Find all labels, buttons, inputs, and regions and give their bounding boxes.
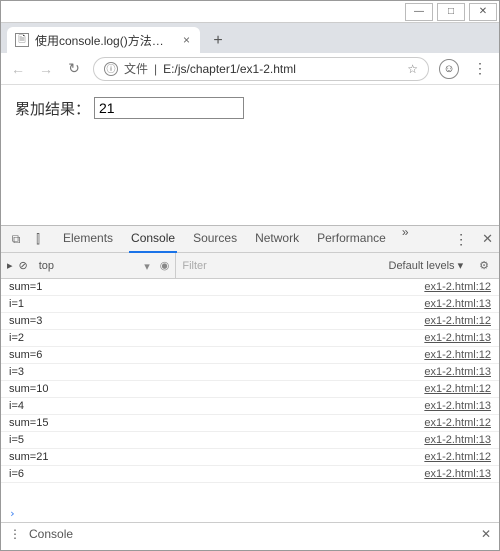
log-message: i=1 [9,298,424,310]
url-text: E:/js/chapter1/ex1-2.html [163,62,401,76]
page-content: 累加结果： [1,85,499,225]
console-log-row: sum=6ex1-2.html:12 [1,347,499,364]
log-source-link[interactable]: ex1-2.html:12 [424,383,491,395]
browser-tabbar: 🗎 使用console.log()方法调试代码 × + [1,23,499,53]
reload-button[interactable]: ↻ [65,60,83,77]
log-source-link[interactable]: ex1-2.html:12 [424,417,491,429]
tab-performance[interactable]: Performance [315,225,388,253]
log-source-link[interactable]: ex1-2.html:13 [424,434,491,446]
address-bar: ← → ↻ ⓘ 文件 | E:/js/chapter1/ex1-2.html ☆… [1,53,499,85]
inspect-element-icon[interactable]: ⧉ [7,232,25,247]
console-log-row: i=3ex1-2.html:13 [1,364,499,381]
log-source-link[interactable]: ex1-2.html:13 [424,366,491,378]
window-close-button[interactable]: ✕ [469,3,497,21]
omnibox[interactable]: ⓘ 文件 | E:/js/chapter1/ex1-2.html ☆ [93,57,429,81]
log-message: i=3 [9,366,424,378]
tab-close-icon[interactable]: × [181,33,192,47]
console-log-row: i=2ex1-2.html:13 [1,330,499,347]
filter-input[interactable]: Filter [175,253,382,279]
console-log-row: sum=15ex1-2.html:12 [1,415,499,432]
window-titlebar: — □ ✕ [1,1,499,23]
console-log-row: i=4ex1-2.html:13 [1,398,499,415]
log-source-link[interactable]: ex1-2.html:13 [424,298,491,310]
page-favicon: 🗎 [15,33,29,47]
tab-title: 使用console.log()方法调试代码 [35,32,175,49]
tab-network[interactable]: Network [253,225,301,253]
live-expression-icon[interactable]: ◉ [160,259,170,272]
tab-console[interactable]: Console [129,225,177,253]
log-source-link[interactable]: ex1-2.html:12 [424,451,491,463]
console-log-row: i=1ex1-2.html:13 [1,296,499,313]
result-input[interactable] [94,97,244,119]
log-source-link[interactable]: ex1-2.html:13 [424,468,491,480]
log-source-link[interactable]: ex1-2.html:13 [424,400,491,412]
forward-button[interactable]: → [37,61,55,77]
devtools-drawer: ⋮ Console ✕ [1,522,499,544]
console-log-row: i=5ex1-2.html:13 [1,432,499,449]
log-source-link[interactable]: ex1-2.html:13 [424,332,491,344]
log-message: sum=3 [9,315,424,327]
device-toggle-icon[interactable]: ⫿ [29,232,47,247]
url-scheme-label: 文件 [124,60,148,77]
browser-tab[interactable]: 🗎 使用console.log()方法调试代码 × [7,27,200,53]
devtools-toolbar: ⧉ ⫿ Elements Console Sources Network Per… [1,225,499,253]
site-info-icon[interactable]: ⓘ [104,62,118,76]
log-message: sum=21 [9,451,424,463]
back-button[interactable]: ← [9,61,27,77]
console-log-row: sum=1ex1-2.html:12 [1,279,499,296]
log-source-link[interactable]: ex1-2.html:12 [424,281,491,293]
console-log-row: i=6ex1-2.html:13 [1,466,499,483]
console-sidebar-toggle-icon[interactable]: ▸ [7,259,13,272]
browser-menu-icon[interactable]: ⋮ [469,60,491,77]
console-toolbar: ▸ ⊘ top ◉ Filter Default levels ▾ ⚙ [1,253,499,279]
tab-sources[interactable]: Sources [191,225,239,253]
console-log-row: sum=10ex1-2.html:12 [1,381,499,398]
drawer-menu-icon[interactable]: ⋮ [9,527,21,541]
log-source-link[interactable]: ex1-2.html:12 [424,315,491,327]
devtools-tabs: Elements Console Sources Network Perform… [61,225,446,253]
bookmark-star-icon[interactable]: ☆ [407,62,418,76]
console-log-row: sum=21ex1-2.html:12 [1,449,499,466]
devtools-close-icon[interactable]: ✕ [482,231,493,247]
log-message: sum=10 [9,383,424,395]
window-minimize-button[interactable]: — [405,3,433,21]
tab-elements[interactable]: Elements [61,225,115,253]
log-message: i=2 [9,332,424,344]
log-message: sum=15 [9,417,424,429]
log-message: i=6 [9,468,424,480]
log-message: sum=1 [9,281,424,293]
url-separator: | [154,62,157,76]
log-levels-selector[interactable]: Default levels ▾ [389,259,470,272]
result-label: 累加结果： [15,98,90,119]
console-prompt[interactable]: › [1,505,499,522]
log-message: i=5 [9,434,424,446]
profile-avatar-icon[interactable]: ☺ [439,59,459,79]
window-maximize-button[interactable]: □ [437,3,465,21]
more-tabs-icon[interactable]: » [402,225,409,253]
log-message: sum=6 [9,349,424,361]
console-log-row: sum=3ex1-2.html:12 [1,313,499,330]
devtools-menu-icon[interactable]: ⋮ [450,231,472,248]
context-selector[interactable]: top [34,258,154,274]
log-source-link[interactable]: ex1-2.html:12 [424,349,491,361]
drawer-close-icon[interactable]: ✕ [481,527,491,541]
new-tab-button[interactable]: + [206,29,230,53]
console-settings-icon[interactable]: ⚙ [475,259,493,272]
drawer-tab-console[interactable]: Console [29,527,73,541]
log-message: i=4 [9,400,424,412]
clear-console-icon[interactable]: ⊘ [19,259,28,272]
console-log-list: sum=1ex1-2.html:12i=1ex1-2.html:13sum=3e… [1,279,499,505]
